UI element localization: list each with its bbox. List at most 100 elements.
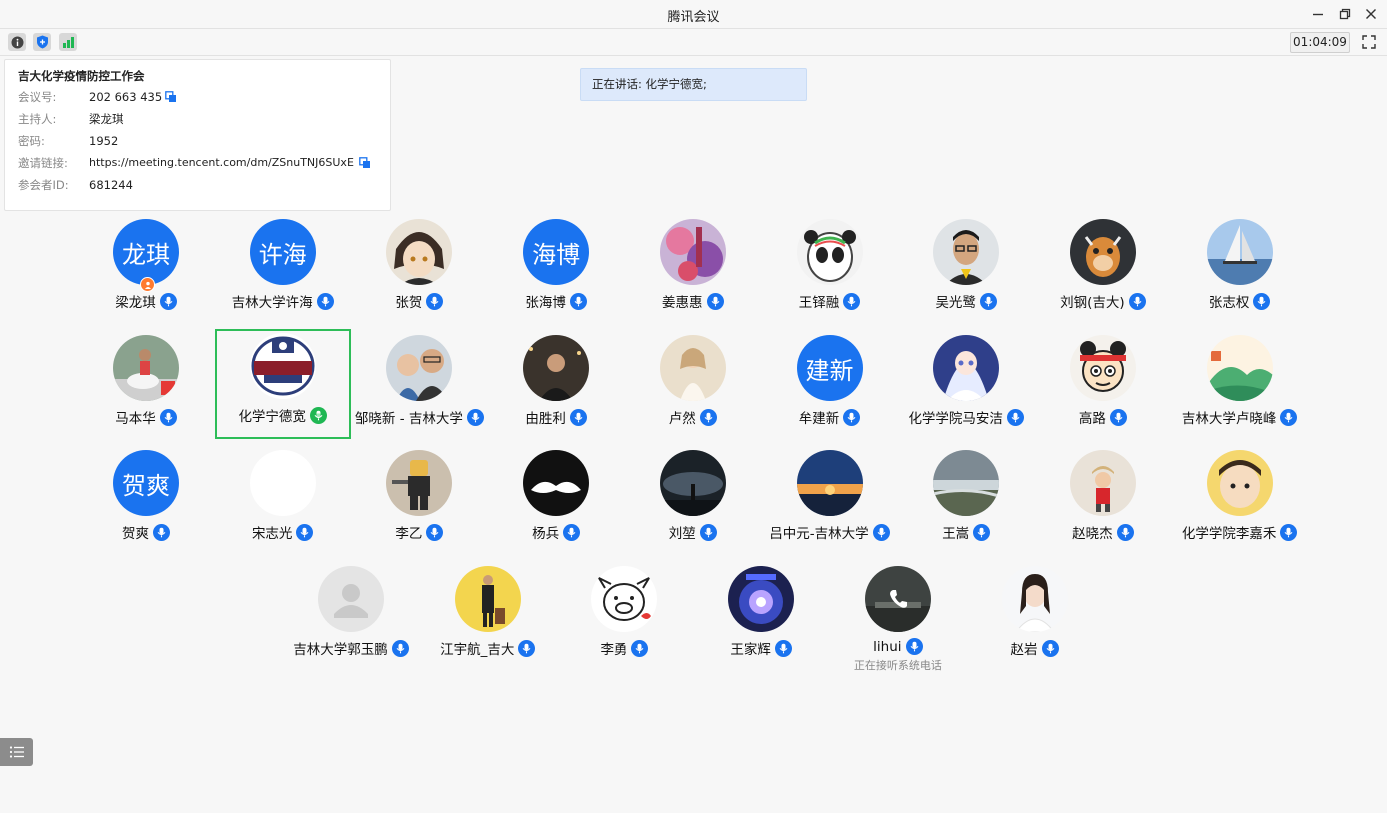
girl-photo-avatar xyxy=(659,335,726,401)
mic-icon[interactable] xyxy=(1109,408,1127,426)
participant-tile[interactable]: 贺爽 贺爽 xyxy=(78,446,214,556)
participant-tile[interactable]: 卢然 xyxy=(625,331,761,441)
sailboat-avatar xyxy=(1206,219,1273,285)
meeting-toolbar: 01:04:09 xyxy=(0,28,1387,56)
participant-name: 化学学院马安洁 xyxy=(908,411,1003,427)
participant-tile[interactable]: 吉林大学郭玉鹏 xyxy=(283,562,419,672)
window-title: 腾讯会议 xyxy=(667,10,720,25)
mic-icon[interactable] xyxy=(316,292,334,310)
participant-tile[interactable]: 张贺 xyxy=(351,215,487,325)
participant-tile[interactable]: 王铎融 xyxy=(762,215,898,325)
mic-icon[interactable] xyxy=(1128,292,1146,310)
copy-meeting-id-icon[interactable] xyxy=(165,91,177,103)
night-photo-avatar xyxy=(523,335,590,401)
mic-icon[interactable] xyxy=(973,523,991,541)
participant-avatar: 许海 xyxy=(249,219,316,285)
mic-icon[interactable] xyxy=(153,523,170,541)
participant-tile[interactable]: 刘堃 xyxy=(625,446,761,556)
dark-sky-avatar xyxy=(659,450,726,516)
mic-icon[interactable] xyxy=(699,408,717,426)
participant-name-row: 化学学院马安洁 xyxy=(898,407,1034,427)
participant-tile[interactable]: 化学学院马安洁 xyxy=(898,331,1034,441)
mic-speaking-icon[interactable] xyxy=(309,406,327,424)
participant-tile[interactable]: 海博 张海博 xyxy=(488,215,624,325)
info-icon[interactable] xyxy=(8,33,26,51)
mic-icon[interactable] xyxy=(843,408,861,426)
default-person-avatar xyxy=(318,566,385,632)
participant-tile[interactable]: 龙琪 梁龙琪 xyxy=(78,215,214,325)
mic-icon[interactable] xyxy=(426,523,444,541)
participant-name-row: 赵岩 xyxy=(967,638,1103,658)
mic-icon[interactable] xyxy=(843,292,861,310)
participant-name: 牟建新 xyxy=(798,411,840,427)
participant-tile[interactable]: 许海 吉林大学许海 xyxy=(215,215,351,325)
mic-icon[interactable] xyxy=(699,523,717,541)
mic-icon[interactable] xyxy=(569,408,587,426)
participant-list-button[interactable] xyxy=(0,738,33,766)
shield-icon[interactable] xyxy=(33,33,51,51)
mic-icon[interactable] xyxy=(426,292,444,310)
mic-icon[interactable] xyxy=(905,638,923,655)
participant-tile[interactable]: 张志权 xyxy=(1172,215,1308,325)
mic-icon[interactable] xyxy=(518,639,536,657)
participant-tile[interactable]: 化学学院李嘉禾 xyxy=(1172,446,1308,556)
mic-icon[interactable] xyxy=(1280,523,1298,541)
mic-icon[interactable] xyxy=(466,408,484,426)
mic-icon[interactable] xyxy=(631,639,649,657)
participant-tile[interactable]: 建新 牟建新 xyxy=(762,331,898,441)
lego-figure-avatar xyxy=(386,450,453,516)
mic-icon[interactable] xyxy=(1006,408,1024,426)
restore-icon[interactable] xyxy=(1334,3,1356,25)
mic-icon[interactable] xyxy=(569,292,587,310)
mic-icon[interactable] xyxy=(391,639,409,657)
participant-tile[interactable]: 吉林大学卢晓峰 xyxy=(1172,331,1308,441)
participant-name: 吕中元-吉林大学 xyxy=(769,526,869,542)
participant-tile[interactable]: 王家辉 xyxy=(693,562,829,672)
mic-icon[interactable] xyxy=(563,523,581,541)
mic-icon[interactable] xyxy=(774,639,792,657)
participant-tile[interactable]: 马本华 xyxy=(78,331,214,441)
fullscreen-icon[interactable] xyxy=(1358,32,1380,52)
signal-icon[interactable] xyxy=(59,33,77,51)
mic-icon[interactable] xyxy=(159,408,177,426)
meeting-id-value: 202 663 435 xyxy=(89,90,163,104)
participant-tile[interactable]: 姜惠惠 xyxy=(625,215,761,325)
mic-icon[interactable] xyxy=(872,523,890,541)
participant-tile[interactable]: lihui 正在接听系统电话 xyxy=(830,562,966,672)
participant-tile[interactable]: 由胜利 xyxy=(488,331,624,441)
participant-tile[interactable]: 李勇 xyxy=(556,562,692,672)
mic-icon[interactable] xyxy=(706,292,724,310)
mic-icon[interactable] xyxy=(296,523,314,541)
participant-tile[interactable]: 吴光鹭 xyxy=(898,215,1034,325)
mic-icon[interactable] xyxy=(979,292,997,310)
participant-tile[interactable]: 赵晓杰 xyxy=(1035,446,1171,556)
mic-icon[interactable] xyxy=(159,292,177,310)
participant-name: 王家辉 xyxy=(730,642,771,658)
mic-icon[interactable] xyxy=(1253,292,1271,310)
participant-name-row: 赵晓杰 xyxy=(1035,522,1171,542)
robot-glow-avatar xyxy=(728,566,795,632)
participant-tile[interactable]: 江宇航_吉大 xyxy=(420,562,556,672)
participant-tile[interactable]: 吕中元-吉林大学 xyxy=(762,446,898,556)
close-icon[interactable] xyxy=(1360,3,1382,25)
meeting-id-label: 会议号: xyxy=(18,90,57,104)
participant-tile[interactable]: 宋志光 xyxy=(215,446,351,556)
participant-tile[interactable]: 邹晓新 - 吉林大学 xyxy=(351,331,487,441)
participant-tile[interactable]: 杨兵 xyxy=(488,446,624,556)
minimize-icon[interactable] xyxy=(1307,3,1329,25)
invite-link-value[interactable]: https://meeting.tencent.com/dm/ZSnuTNJ6S… xyxy=(89,154,354,172)
participant-tile[interactable]: 李乙 xyxy=(351,446,487,556)
mic-icon[interactable] xyxy=(1041,639,1059,657)
participant-name-row: 吴光鹭 xyxy=(898,291,1034,311)
participant-name-row: 张贺 xyxy=(351,291,487,311)
participant-name-row: 宋志光 xyxy=(215,522,351,542)
participant-tile[interactable]: 刘钢(吉大) xyxy=(1035,215,1171,325)
participant-tile[interactable]: 赵岩 xyxy=(967,562,1103,672)
copy-invite-link-icon[interactable] xyxy=(359,157,371,169)
child-photo-avatar xyxy=(1069,450,1136,516)
mic-icon[interactable] xyxy=(1116,523,1134,541)
participant-tile[interactable]: 高路 xyxy=(1035,331,1171,441)
participant-tile[interactable]: 王嵩 xyxy=(898,446,1034,556)
participant-tile[interactable]: 化学宁德宽 xyxy=(214,329,351,439)
mic-icon[interactable] xyxy=(1280,408,1298,426)
